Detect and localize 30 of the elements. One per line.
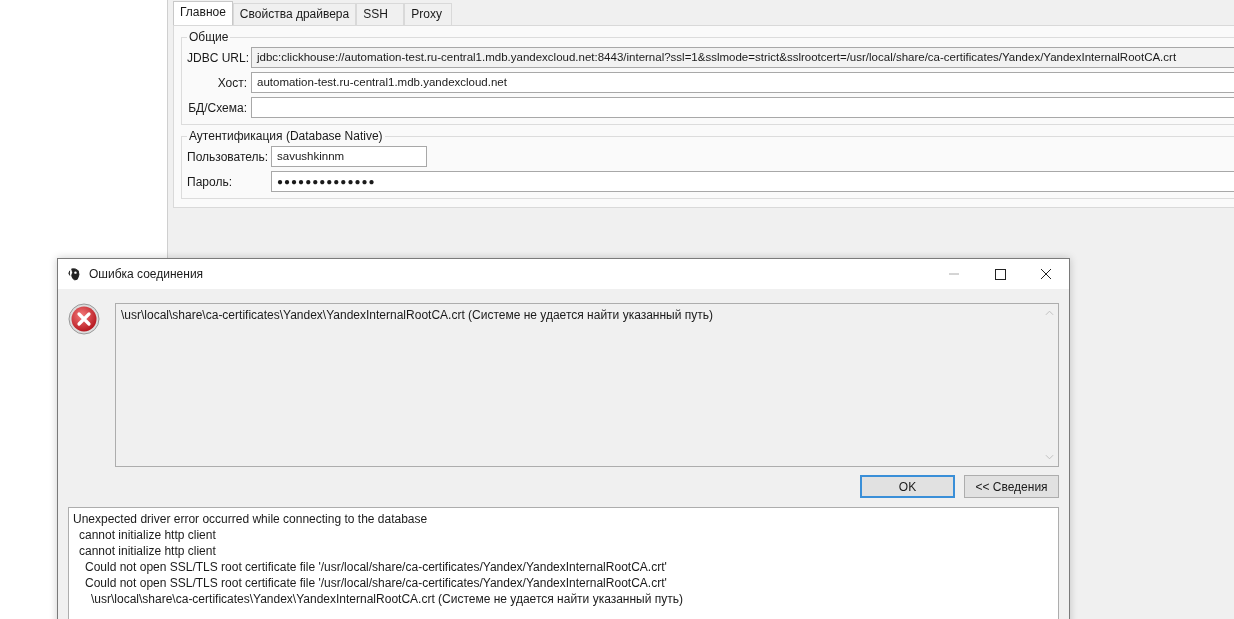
tab[interactable]: Proxy bbox=[404, 3, 453, 25]
error-message: \usr\local\share\ca-certificates\Yandex\YandexInternalRootCA.crt (Системе не удается найти указанный путь) bbox=[120, 307, 714, 322]
scroll-down-icon[interactable] bbox=[1045, 454, 1054, 460]
details-line: cannot initialize http client bbox=[78, 543, 217, 559]
group-title: Аутентификация (Database Native) bbox=[188, 129, 384, 143]
tab[interactable]: SSH bbox=[356, 3, 405, 25]
input-field[interactable] bbox=[251, 97, 1234, 118]
input-field[interactable]: jdbc:clickhouse://automation-test.ru-central1.mdb.yandexcloud.net:8443/internal?ssl=1&sslmode=strict&sslrootcert=/usr/local/share/ca-certificates/Yandex/YandexInternalRootCA.crt bbox=[251, 47, 1234, 68]
password-field[interactable]: ●●●●●●●●●●●●●● bbox=[271, 171, 1234, 192]
field-label: Хост: bbox=[216, 75, 247, 90]
username-field[interactable]: savushkinnm bbox=[271, 146, 427, 167]
field-label: Пользователь: bbox=[187, 149, 270, 164]
group-title: Общие bbox=[188, 30, 230, 44]
tab[interactable]: Свойства драйвера bbox=[232, 3, 357, 25]
details-line: Unexpected driver error occurred while connecting to the database bbox=[73, 511, 429, 527]
scroll-up-icon[interactable] bbox=[1045, 310, 1054, 316]
details-line: \usr\local\share\ca-certificates\Yandex\YandexInternalRootCA.crt (Системе не удается найти указанный путь) bbox=[90, 591, 684, 607]
details-line: cannot initialize http client bbox=[78, 527, 217, 543]
dialog-button[interactable]: << Сведения bbox=[964, 475, 1059, 498]
app-icon bbox=[67, 266, 82, 282]
dialog-button[interactable]: OK bbox=[860, 475, 955, 498]
tab[interactable]: Главное bbox=[173, 1, 233, 25]
dialog-title: Ошибка соединения bbox=[89, 267, 205, 281]
details-line: Could not open SSL/TLS root certificate file '/usr/local/share/ca-certificates/Yandex/YandexInternalRootCA.crt' bbox=[84, 559, 668, 575]
details-line: Could not open SSL/TLS root certificate file '/usr/local/share/ca-certificates/Yandex/YandexInternalRootCA.crt' bbox=[84, 575, 668, 591]
error-icon bbox=[68, 303, 100, 335]
field-label: Пароль: bbox=[187, 174, 233, 189]
field-label: JDBC URL: bbox=[187, 50, 247, 65]
input-field[interactable]: automation-test.ru-central1.mdb.yandexcloud.net bbox=[251, 72, 1234, 93]
field-label: БД/Схема: bbox=[187, 100, 247, 115]
